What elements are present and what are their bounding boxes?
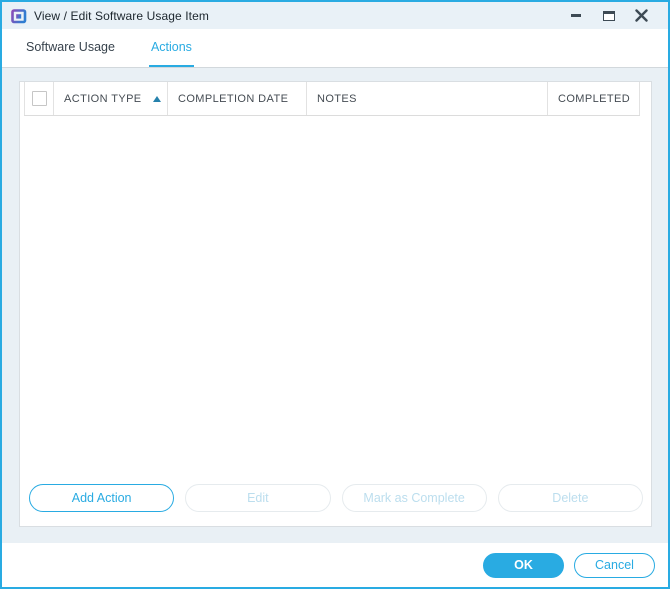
tab-bar: Software Usage Actions	[2, 29, 668, 68]
action-button-row: Add Action Edit Mark as Complete Delete	[20, 484, 651, 526]
table-header: ACTION TYPE COMPLETION DATE NOTES COMPLE…	[24, 82, 640, 116]
sort-ascending-icon	[152, 95, 161, 102]
column-label: ACTION TYPE	[64, 92, 142, 105]
titlebar: View / Edit Software Usage Item	[2, 2, 668, 29]
tab-actions[interactable]: Actions	[148, 29, 194, 67]
select-all-checkbox[interactable]	[31, 91, 47, 106]
app-icon	[11, 8, 27, 24]
select-all-cell	[24, 82, 53, 115]
close-icon	[635, 9, 648, 22]
column-header-completed[interactable]: COMPLETED	[547, 82, 640, 115]
edit-button[interactable]: Edit	[185, 484, 331, 512]
mark-as-complete-button[interactable]: Mark as Complete	[341, 484, 487, 512]
actions-panel: ACTION TYPE COMPLETION DATE NOTES COMPLE…	[19, 81, 652, 527]
content-area: ACTION TYPE COMPLETION DATE NOTES COMPLE…	[2, 68, 668, 543]
tab-software-usage[interactable]: Software Usage	[24, 29, 117, 67]
table-body	[20, 116, 651, 484]
column-header-action-type[interactable]: ACTION TYPE	[53, 82, 167, 115]
minimize-button[interactable]	[559, 2, 592, 29]
close-button[interactable]	[625, 2, 658, 29]
maximize-button[interactable]	[592, 2, 625, 29]
minimize-icon	[570, 14, 581, 17]
add-action-button[interactable]: Add Action	[29, 484, 175, 512]
delete-button[interactable]: Delete	[497, 484, 643, 512]
maximize-icon	[602, 10, 615, 21]
column-header-notes[interactable]: NOTES	[306, 82, 547, 115]
window-controls	[559, 2, 668, 29]
ok-button[interactable]: OK	[483, 552, 564, 578]
dialog-window: View / Edit Software Usage Item Software…	[0, 0, 670, 589]
column-header-completion-date[interactable]: COMPLETION DATE	[167, 82, 306, 115]
footer: OK Cancel	[2, 543, 668, 587]
window-title: View / Edit Software Usage Item	[34, 8, 209, 23]
cancel-button[interactable]: Cancel	[574, 552, 655, 578]
